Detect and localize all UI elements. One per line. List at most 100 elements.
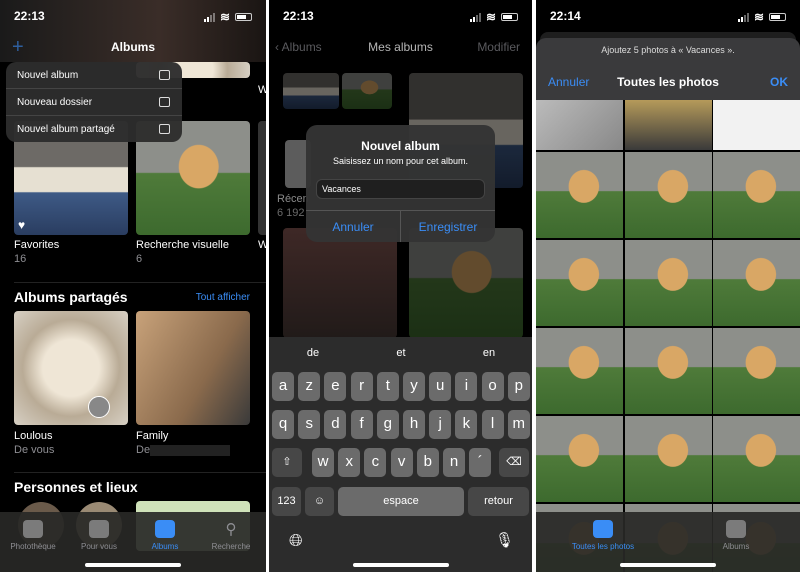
photo-thumbnail[interactable] — [713, 152, 800, 238]
heart-icon: ♥ — [18, 218, 26, 232]
globe-icon[interactable]: 🌐︎ — [289, 531, 303, 551]
wifi-icon: ≋ — [753, 10, 764, 24]
key[interactable]: m — [507, 410, 530, 439]
page-title: Toutes les photos — [617, 75, 719, 89]
ok-button[interactable]: OK — [770, 75, 788, 89]
space-key[interactable]: espace — [338, 487, 464, 516]
key[interactable]: t — [376, 372, 399, 401]
key[interactable]: q — [272, 410, 294, 439]
dialog-title: Nouvel album — [361, 139, 440, 153]
shared-album-loulous[interactable] — [14, 311, 128, 425]
home-indicator — [620, 563, 716, 567]
signal-icon — [737, 12, 749, 22]
photo-thumbnail[interactable] — [624, 328, 712, 414]
key[interactable]: s — [298, 410, 321, 439]
key[interactable]: f — [350, 410, 373, 439]
photo-thumbnail[interactable] — [624, 240, 712, 326]
battery-icon — [769, 13, 786, 21]
photo-thumbnail[interactable] — [713, 100, 800, 150]
wifi-icon: ≋ — [219, 10, 230, 24]
key[interactable]: w — [312, 448, 334, 477]
key[interactable]: k — [455, 410, 478, 439]
menu-new-folder[interactable]: Nouveau dossier — [6, 89, 182, 116]
key[interactable]: v — [390, 448, 413, 477]
key[interactable]: j — [429, 410, 452, 439]
all-photos-icon — [593, 520, 613, 538]
shift-key[interactable]: ⇧ — [272, 448, 302, 477]
key[interactable]: l — [481, 410, 504, 439]
tab-albums[interactable]: Albums — [135, 520, 195, 551]
photos-icon — [23, 520, 43, 538]
new-album-dialog: Nouvel album Saisissez un nom pour cet a… — [306, 125, 495, 242]
numbers-key[interactable]: 123 — [272, 487, 301, 516]
photo-thumbnail[interactable] — [713, 240, 800, 326]
key[interactable]: ´ — [469, 448, 492, 477]
signal-icon — [469, 12, 481, 22]
tab-for-you[interactable]: Pour vous — [69, 520, 129, 551]
key[interactable]: d — [324, 410, 347, 439]
tab-search[interactable]: ⚲ Recherche — [201, 520, 261, 551]
photo-thumbnail[interactable] — [713, 328, 800, 414]
delete-key[interactable]: ⌫ — [499, 448, 529, 477]
key[interactable]: o — [481, 372, 504, 401]
menu-new-shared-album[interactable]: Nouvel album partagé — [6, 116, 182, 143]
key[interactable]: b — [416, 448, 439, 477]
section-shared-albums: Albums partagés — [14, 289, 128, 305]
folder-add-icon — [159, 97, 170, 107]
prompt-text: Ajoutez 5 photos à « Vacances ». — [601, 45, 735, 55]
suggestion[interactable]: et — [357, 347, 445, 359]
key[interactable]: g — [376, 410, 399, 439]
menu-new-album[interactable]: Nouvel album — [6, 62, 182, 89]
photo-thumbnail[interactable] — [536, 328, 623, 414]
avatar — [88, 396, 110, 418]
tab-all-photos[interactable]: Toutes les photos — [558, 520, 648, 551]
battery-icon — [235, 13, 252, 21]
photo-thumbnail[interactable] — [624, 100, 712, 150]
key[interactable]: u — [429, 372, 452, 401]
photo-thumbnail[interactable] — [536, 100, 623, 150]
key[interactable]: e — [324, 372, 347, 401]
microphone-icon[interactable]: 🎙︎ — [495, 531, 514, 549]
tab-albums[interactable]: Albums — [706, 520, 766, 551]
photo-thumbnail[interactable] — [536, 152, 623, 238]
see-all-link[interactable]: Tout afficher — [196, 292, 250, 303]
for-you-icon — [89, 520, 109, 538]
home-indicator — [85, 563, 181, 567]
album-add-icon — [159, 70, 170, 80]
photo-thumbnail[interactable] — [624, 416, 712, 502]
key[interactable]: x — [338, 448, 361, 477]
status-bar: 22:13 ≋ — [14, 9, 252, 25]
key[interactable]: r — [350, 372, 373, 401]
page-title: Albums — [110, 40, 155, 54]
key[interactable]: c — [364, 448, 387, 477]
key[interactable]: p — [507, 372, 530, 401]
emoji-key[interactable]: ☺ — [305, 487, 334, 516]
return-key[interactable]: retour — [468, 487, 529, 516]
photo-thumbnail[interactable] — [536, 240, 623, 326]
cancel-button[interactable]: Annuler — [306, 220, 400, 234]
add-menu: Nouvel album Nouveau dossier Nouvel albu… — [6, 62, 182, 142]
suggestion[interactable]: en — [445, 347, 532, 359]
shared-album-family[interactable] — [136, 311, 250, 425]
page-title: Mes albums — [368, 40, 433, 54]
albums-icon — [155, 520, 175, 538]
suggestion[interactable]: de — [269, 347, 357, 359]
key[interactable]: y — [403, 372, 425, 401]
photo-thumbnail[interactable] — [713, 416, 800, 502]
album-name-input[interactable]: Vacances — [316, 179, 485, 199]
key[interactable]: n — [443, 448, 465, 477]
albums-icon — [726, 520, 746, 538]
wifi-icon: ≋ — [485, 10, 496, 24]
home-indicator — [352, 563, 449, 567]
photo-thumbnail[interactable] — [536, 416, 623, 502]
save-button[interactable]: Enregistrer — [401, 220, 495, 234]
key[interactable]: i — [455, 372, 478, 401]
key[interactable]: z — [298, 372, 321, 401]
edit-button[interactable]: Modifier — [477, 40, 520, 54]
key[interactable]: a — [272, 372, 294, 401]
tab-library[interactable]: Photothèque — [3, 520, 63, 551]
back-button[interactable]: ‹ Albums — [275, 40, 322, 54]
key[interactable]: h — [403, 410, 425, 439]
search-icon: ⚲ — [225, 521, 237, 538]
photo-thumbnail[interactable] — [624, 152, 712, 238]
